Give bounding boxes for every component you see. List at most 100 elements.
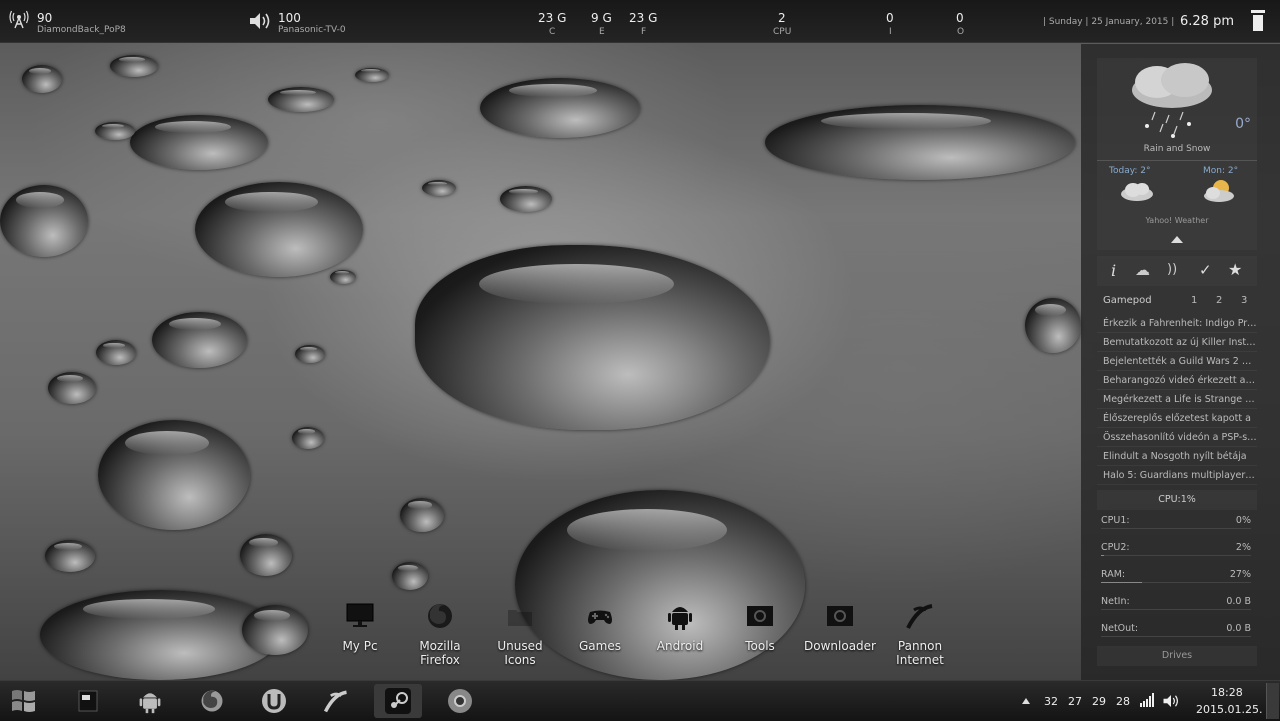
water-drop — [1025, 298, 1081, 353]
forecast-monday: Mon: 2° — [1203, 166, 1239, 176]
tray-temp-4[interactable]: 28 — [1116, 695, 1130, 708]
drives-section[interactable]: Drives — [1097, 646, 1257, 666]
folder-icon — [508, 610, 532, 626]
drive-e-free: 9 G — [591, 11, 612, 25]
news-source: Gamepod — [1103, 295, 1152, 306]
launcher-label: Mozilla Firefox — [419, 639, 461, 667]
utorrent-icon — [262, 689, 286, 713]
water-drop — [392, 562, 428, 590]
collapse-arrow-icon[interactable] — [1171, 236, 1183, 243]
volume-level: 100 — [278, 11, 301, 25]
weather-widget[interactable]: 0° Rain and Snow Today: 2° Mon: 2° Yahoo… — [1097, 58, 1257, 250]
water-drop — [45, 540, 95, 572]
forecast-today: Today: 2° — [1109, 166, 1151, 176]
water-drop — [355, 68, 389, 82]
water-drop — [292, 427, 324, 449]
stat-cpu1: CPU1: 0% — [1101, 512, 1251, 534]
tray-temp-3[interactable]: 29 — [1092, 695, 1106, 708]
usage-bar-fill — [1101, 555, 1104, 556]
water-drop — [330, 270, 356, 284]
drive-c-label: C — [549, 27, 556, 37]
weather-source[interactable]: Yahoo! Weather — [1097, 216, 1257, 225]
news-page-1[interactable]: 1 — [1191, 295, 1197, 306]
trash-icon[interactable] — [1250, 8, 1266, 32]
water-drop — [22, 65, 62, 93]
launcher-downloader[interactable]: Downloader — [800, 600, 880, 653]
launcher-label: Tools — [745, 639, 775, 653]
news-item[interactable]: Bemutatkozott az új Killer Instinct — [1097, 334, 1257, 352]
steam-icon — [385, 688, 411, 714]
news-item[interactable]: Élőszereplős előzetest kapott a — [1097, 410, 1257, 428]
usage-bar — [1101, 582, 1251, 583]
news-item[interactable]: Halo 5: Guardians multiplayer béta — [1097, 467, 1257, 485]
news-item[interactable]: Bejelentették a Guild Wars 2 első — [1097, 353, 1257, 371]
info-icon[interactable]: i — [1111, 261, 1116, 280]
telenor-icon — [906, 604, 933, 629]
launcher-label: My Pc — [342, 639, 378, 653]
taskbar-android[interactable] — [126, 684, 174, 718]
taskbar-telenor[interactable] — [312, 684, 360, 718]
clock-date[interactable]: 2015.01.25. — [1196, 703, 1262, 716]
water-drop — [152, 312, 247, 368]
stat-value: 0% — [1235, 515, 1251, 526]
taskbar-chrome[interactable] — [436, 684, 484, 718]
launcher-games[interactable]: Games — [560, 600, 640, 653]
taskbar-utorrent[interactable] — [250, 684, 298, 718]
usage-bar — [1101, 636, 1251, 637]
drive-e-label: E — [599, 27, 605, 37]
cpu-value: 2 — [778, 11, 786, 25]
news-page-3[interactable]: 3 — [1241, 295, 1247, 306]
water-drop — [422, 180, 456, 196]
water-drop — [242, 605, 308, 655]
check-icon[interactable]: ✓ — [1199, 261, 1212, 279]
water-drop — [268, 87, 334, 112]
launcher-label: Android — [656, 639, 704, 653]
tray-temp-2[interactable]: 27 — [1068, 695, 1082, 708]
io-in-label: I — [889, 27, 892, 37]
tray-temp-1[interactable]: 32 — [1044, 695, 1058, 708]
drives-label: Drives — [1161, 650, 1193, 661]
start-button[interactable] — [0, 684, 48, 718]
cpu-label: CPU — [773, 27, 792, 37]
stat-netin: NetIn: 0.0 B — [1101, 593, 1251, 615]
water-drop — [400, 498, 444, 532]
launcher-label: Pannon Internet — [896, 639, 944, 667]
taskbar-firefox[interactable] — [188, 684, 236, 718]
news-item[interactable]: Beharangozó videó érkezett a The — [1097, 372, 1257, 390]
weather-icon[interactable]: ☁ — [1135, 261, 1150, 279]
news-item[interactable]: Összehasonlító videón a PSP-s és — [1097, 429, 1257, 447]
weather-condition: Rain and Snow — [1143, 144, 1211, 154]
wifi-icon[interactable] — [9, 9, 29, 29]
date-text: | Sunday | 25 January, 2015 | — [1043, 17, 1175, 27]
show-desktop-button[interactable] — [1266, 683, 1279, 719]
launcher-my-pc[interactable]: My Pc — [320, 600, 400, 653]
news-item[interactable]: Érkezik a Fahrenheit: Indigo Prophecy — [1097, 315, 1257, 333]
stat-label: CPU2: — [1101, 542, 1130, 553]
stat-value: 0.0 B — [1226, 596, 1251, 607]
water-drop — [480, 78, 640, 138]
speaker-icon[interactable] — [248, 12, 272, 30]
launcher-firefox[interactable]: Mozilla Firefox — [400, 600, 480, 667]
news-item[interactable]: Megérkezett a Life is Strange első — [1097, 391, 1257, 409]
launcher-tools[interactable]: Tools — [720, 600, 800, 653]
tray-volume-icon[interactable] — [1162, 693, 1180, 709]
news-item[interactable]: Elindult a Nosgoth nyílt bétája — [1097, 448, 1257, 466]
current-temperature: 0° — [1235, 116, 1251, 132]
news-page-2[interactable]: 2 — [1216, 295, 1222, 306]
tray-expand-arrow-icon[interactable] — [1022, 698, 1030, 704]
clock-time[interactable]: 18:28 — [1211, 686, 1243, 699]
io-out-label: O — [957, 27, 965, 37]
launcher-unused-icons[interactable]: Unused Icons — [480, 600, 560, 667]
star-icon[interactable]: ★ — [1228, 260, 1242, 279]
launcher-android[interactable]: Android — [640, 600, 720, 653]
firefox-icon — [201, 690, 223, 712]
taskbar-steam[interactable] — [374, 684, 422, 718]
stat-ram: RAM: 27% — [1101, 566, 1251, 588]
signal-bars-icon[interactable] — [1140, 693, 1156, 707]
downloader-icon — [827, 606, 853, 626]
stat-label: NetOut: — [1101, 623, 1139, 634]
launcher-label: Unused Icons — [497, 639, 543, 667]
rss-icon[interactable]: )) — [1167, 262, 1177, 277]
taskbar-notepad[interactable] — [64, 684, 112, 718]
launcher-pannon-internet[interactable]: Pannon Internet — [880, 600, 960, 667]
